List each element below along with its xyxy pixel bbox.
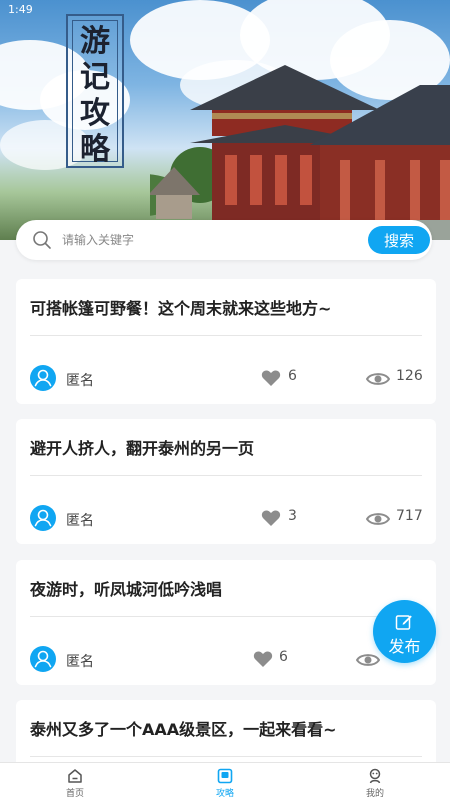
post-title: 避开人挤人，翻开泰州的另一页 xyxy=(30,439,255,458)
bottom-nav: 首页 攻略 我的 xyxy=(0,762,450,800)
post-title: 可搭帐篷可野餐！这个周末就来这些地方~ xyxy=(30,299,332,318)
avatar xyxy=(30,365,56,391)
avatar xyxy=(30,505,56,531)
search-button[interactable]: 搜索 xyxy=(368,226,430,254)
nav-item-profile[interactable]: 我的 xyxy=(300,763,450,800)
status-time: 1:49 xyxy=(8,3,33,16)
publish-button[interactable]: 发布 xyxy=(373,600,436,663)
hero-title-char: 略 xyxy=(80,132,110,167)
like-count: 6 xyxy=(288,368,297,384)
nav-item-home[interactable]: 首页 xyxy=(0,763,150,800)
hero-banner: 1:49 游 记 攻 略 xyxy=(0,0,450,240)
nav-item-guide[interactable]: 攻略 xyxy=(150,763,300,800)
temple-illustration xyxy=(150,65,450,240)
post-author: 匿名 xyxy=(66,373,94,389)
home-icon xyxy=(68,769,82,783)
view-count: 717 xyxy=(396,508,423,524)
post-author: 匿名 xyxy=(66,654,94,670)
view-count: 126 xyxy=(396,368,423,384)
post-author: 匿名 xyxy=(66,513,94,529)
user-icon xyxy=(34,509,52,527)
heart-icon[interactable] xyxy=(261,369,281,387)
divider xyxy=(30,616,422,617)
post-title: 夜游时，听凤城河低吟浅唱 xyxy=(30,580,223,599)
user-icon xyxy=(34,650,52,668)
post-title: 泰州又多了一个AAA级景区，一起来看看~ xyxy=(30,720,337,739)
post-card[interactable]: 可搭帐篷可野餐！这个周末就来这些地方~ 匿名 6 126 xyxy=(16,279,436,404)
divider xyxy=(30,335,422,336)
heart-icon[interactable] xyxy=(253,650,273,668)
post-card[interactable]: 避开人挤人，翻开泰州的另一页 匿名 3 717 xyxy=(16,419,436,544)
nav-label: 我的 xyxy=(365,789,384,799)
eye-icon xyxy=(366,373,390,385)
search-icon xyxy=(33,231,51,249)
nav-label: 攻略 xyxy=(215,789,234,799)
edit-icon xyxy=(395,615,412,630)
search-input[interactable] xyxy=(62,228,362,252)
eye-icon xyxy=(366,513,390,525)
post-card[interactable]: 泰州又多了一个AAA级景区，一起来看看~ xyxy=(16,700,436,762)
publish-label: 发布 xyxy=(388,637,421,656)
hero-title: 游 记 攻 略 xyxy=(66,14,124,168)
avatar xyxy=(30,646,56,672)
guide-icon xyxy=(217,768,233,784)
heart-icon[interactable] xyxy=(261,509,281,527)
nav-label: 首页 xyxy=(65,789,84,799)
post-card[interactable]: 夜游时，听凤城河低吟浅唱 匿名 6 xyxy=(16,560,436,685)
divider xyxy=(30,475,422,476)
hero-title-char: 游 xyxy=(80,24,110,59)
like-count: 6 xyxy=(279,649,288,665)
search-bar: 搜索 xyxy=(16,220,432,260)
divider xyxy=(30,756,422,757)
profile-icon xyxy=(369,768,381,784)
hero-title-char: 记 xyxy=(80,60,110,95)
hero-title-char: 攻 xyxy=(80,96,110,131)
user-icon xyxy=(34,369,52,387)
like-count: 3 xyxy=(288,508,297,524)
